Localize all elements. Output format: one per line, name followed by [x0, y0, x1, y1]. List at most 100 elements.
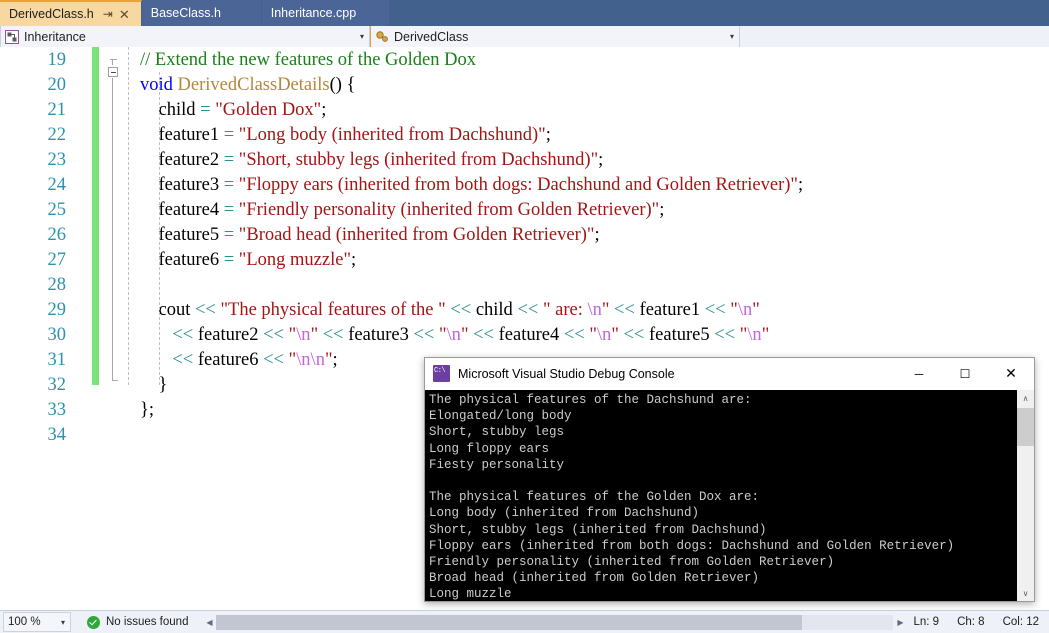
project-scope-value: Inheritance — [24, 29, 86, 44]
code-token-op: = — [223, 150, 235, 170]
code-token-str: " — [438, 325, 447, 345]
close-icon[interactable]: ✕ — [116, 8, 133, 21]
code-token-plain: ; — [332, 350, 338, 370]
class-icon — [375, 30, 389, 44]
caret-char: Ch: 8 — [957, 616, 985, 628]
code-line[interactable]: feature3 = "Floppy ears (inherited from … — [140, 173, 804, 198]
code-token-plain: child — [471, 300, 518, 320]
code-token-op: = — [223, 250, 235, 270]
code-line[interactable]: void DerivedClassDetails() { — [140, 73, 355, 98]
code-line[interactable]: cout << "The physical features of the " … — [140, 298, 760, 323]
code-line[interactable]: feature2 = "Short, stubby legs (inherite… — [140, 148, 604, 173]
code-token-plain: feature5 — [644, 325, 715, 345]
code-token-plain: cout — [140, 300, 195, 320]
issues-status[interactable]: No issues found — [87, 615, 189, 629]
chevron-down-icon[interactable]: ▾ — [56, 618, 70, 627]
code-token-esc: \n — [446, 325, 461, 345]
fold-tick — [112, 380, 118, 381]
document-tab-strip: DerivedClass.h ⇥ ✕ BaseClass.h Inheritan… — [0, 0, 1049, 26]
code-token-plain: feature2 — [140, 150, 224, 170]
horizontal-scrollbar[interactable]: ◀ ▶ — [202, 614, 907, 631]
code-token-type: DerivedClassDetails — [177, 75, 330, 95]
line-number: 30 — [47, 325, 67, 345]
debug-console-window[interactable]: Microsoft Visual Studio Debug Console ─ … — [424, 357, 1035, 602]
scroll-right-icon[interactable]: ▶ — [893, 618, 907, 627]
code-line[interactable]: << feature6 << "\n\n"; — [140, 348, 338, 373]
code-line[interactable]: }; — [140, 398, 154, 423]
code-line[interactable]: } — [140, 373, 168, 398]
fold-line — [112, 59, 113, 65]
code-line[interactable]: feature6 = "Long muzzle"; — [140, 248, 357, 273]
tab-label: Inheritance.cpp — [270, 6, 357, 20]
class-scope-dropdown[interactable]: DerivedClass ▾ — [370, 26, 740, 47]
code-token-op: = — [200, 100, 211, 120]
maximize-button[interactable]: ☐ — [942, 359, 988, 389]
code-token-plain: () { — [329, 75, 356, 95]
fold-toggle-icon[interactable] — [108, 67, 118, 77]
issues-label: No issues found — [106, 616, 189, 628]
code-token-plain: child — [140, 100, 201, 120]
scroll-left-icon[interactable]: ◀ — [202, 618, 216, 627]
code-token-plain: ; — [594, 225, 600, 245]
code-token-str: "Long body (inherited from Dachshund)" — [238, 125, 546, 145]
code-token-plain: ; — [598, 150, 604, 170]
tab-inheritance-cpp[interactable]: Inheritance.cpp — [261, 0, 390, 26]
code-token-str: " — [589, 325, 597, 345]
code-token-plain: ; — [659, 200, 665, 220]
close-button[interactable]: ✕ — [988, 359, 1034, 389]
code-token-op: << — [473, 325, 494, 345]
indent-guide — [159, 72, 160, 385]
horizontal-scrollbar-track[interactable] — [216, 614, 894, 630]
scroll-down-icon[interactable]: ∨ — [1017, 585, 1034, 601]
console-title-bar[interactable]: Microsoft Visual Studio Debug Console ─ … — [425, 358, 1034, 390]
code-token-str: " — [752, 300, 760, 320]
code-token-str: " — [324, 350, 333, 370]
indent-guide — [128, 47, 129, 385]
line-number: 23 — [47, 150, 67, 170]
code-token-plain: } — [140, 375, 168, 395]
console-scrollbar[interactable]: ∧ ∨ — [1016, 390, 1034, 601]
code-line[interactable]: // Extend the new features of the Golden… — [140, 48, 476, 73]
code-line[interactable]: feature1 = "Long body (inherited from Da… — [140, 123, 551, 148]
code-token-str: "The physical features of the " — [220, 300, 446, 320]
pin-icon[interactable]: ⇥ — [100, 8, 116, 20]
code-token-str: "Floppy ears (inherited from both dogs: … — [238, 175, 798, 195]
line-number: 32 — [47, 375, 67, 395]
code-token-op: << — [614, 300, 635, 320]
console-scrollbar-thumb[interactable] — [1017, 408, 1034, 446]
code-token-plain: ; — [351, 250, 357, 270]
horizontal-scrollbar-thumb[interactable] — [216, 614, 803, 630]
line-number: 20 — [47, 75, 67, 95]
outlining-column — [104, 47, 122, 610]
code-token-plain: feature2 — [193, 325, 264, 345]
code-line[interactable]: << feature2 << "\n" << feature3 << "\n" … — [140, 323, 769, 348]
line-number: 25 — [47, 200, 67, 220]
scroll-up-icon[interactable]: ∧ — [1017, 390, 1034, 407]
chevron-down-icon[interactable]: ▾ — [725, 32, 739, 41]
zoom-level-dropdown[interactable]: 100 % ▾ — [3, 612, 71, 632]
code-token-op: << — [714, 325, 736, 345]
code-token-plain: ; — [321, 100, 327, 120]
project-scope-dropdown[interactable]: Inheritance ▾ — [0, 26, 370, 47]
code-token-op: << — [194, 300, 216, 320]
code-line[interactable]: feature4 = "Friendly personality (inheri… — [140, 198, 665, 223]
code-token-plain: feature6 — [193, 350, 264, 370]
code-line[interactable]: feature5 = "Broad head (inherited from G… — [140, 223, 600, 248]
code-token-plain: feature5 — [140, 225, 224, 245]
code-line[interactable]: child = "Golden Dox"; — [140, 98, 327, 123]
line-number: 31 — [47, 350, 67, 370]
line-number: 29 — [47, 300, 67, 320]
minimize-button[interactable]: ─ — [896, 359, 942, 389]
code-token-str: "Long muzzle" — [238, 250, 351, 270]
code-token-op: << — [172, 325, 194, 345]
code-token-str: " — [460, 325, 469, 345]
tab-derivedclass-h[interactable]: DerivedClass.h ⇥ ✕ — [0, 0, 142, 26]
code-token-esc: \n\n — [296, 350, 325, 370]
code-token-op: << — [172, 350, 194, 370]
code-token-op: << — [263, 325, 284, 345]
tab-baseclass-h[interactable]: BaseClass.h — [141, 0, 262, 26]
chevron-down-icon[interactable]: ▾ — [355, 32, 369, 41]
console-body: The physical features of the Dachshund a… — [425, 390, 1034, 601]
